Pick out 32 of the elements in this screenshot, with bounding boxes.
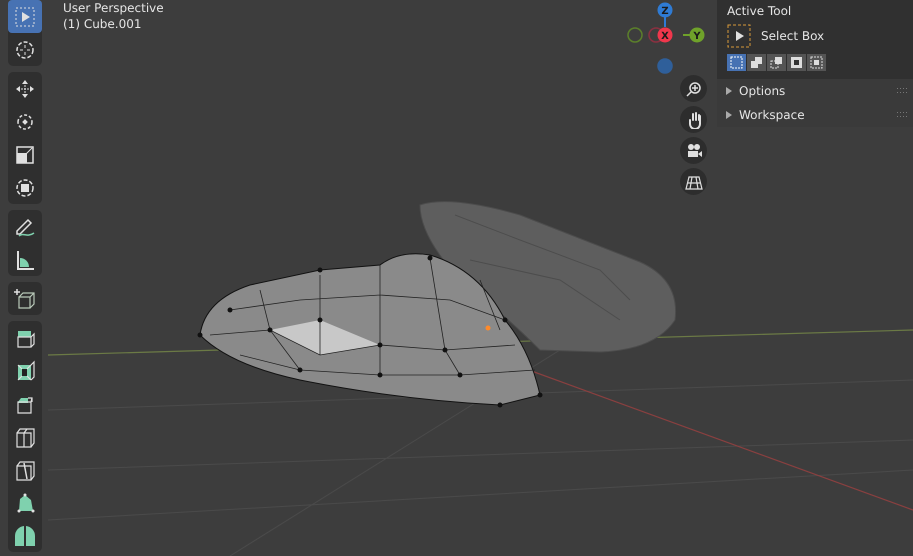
axis-handle[interactable]: X (658, 28, 672, 42)
difference-mode-icon (790, 56, 803, 69)
zoom-icon (684, 80, 702, 98)
panel-title: Active Tool (727, 3, 792, 20)
object-name-label: (1) Cube.001 (63, 16, 143, 32)
select-box-icon (727, 24, 751, 48)
collapsed-arrow-icon (725, 87, 733, 95)
axis-handle[interactable]: Y (690, 28, 704, 42)
intersect-mode-icon (810, 56, 823, 69)
axis-line (664, 17, 666, 27)
select-box-icon (13, 4, 37, 28)
pan-button[interactable] (680, 106, 707, 133)
add-cube-icon (13, 286, 37, 310)
subtract-mode-button[interactable] (767, 54, 786, 71)
difference-mode-button[interactable] (787, 54, 806, 71)
negative-axis-handle[interactable] (657, 58, 673, 74)
axis-handle[interactable]: Z (658, 2, 672, 18)
extend-mode-icon (750, 56, 763, 69)
subtract-mode-icon (770, 56, 783, 69)
zoom-button[interactable] (680, 75, 707, 102)
spin-icon (13, 524, 37, 548)
intersect-mode-button[interactable] (807, 54, 826, 71)
collapsed-arrow-icon (725, 111, 733, 119)
new-mode-button[interactable] (727, 54, 746, 71)
tool-name: Select Box (761, 28, 824, 45)
ortho-button[interactable] (680, 168, 707, 195)
negative-axis-handle[interactable] (627, 27, 643, 43)
select-tool-button[interactable] (8, 0, 42, 33)
extend-mode-button[interactable] (747, 54, 766, 71)
view-mode-label: User Perspective (63, 0, 164, 16)
new-mode-icon (730, 56, 743, 69)
camera-button[interactable] (680, 137, 707, 164)
